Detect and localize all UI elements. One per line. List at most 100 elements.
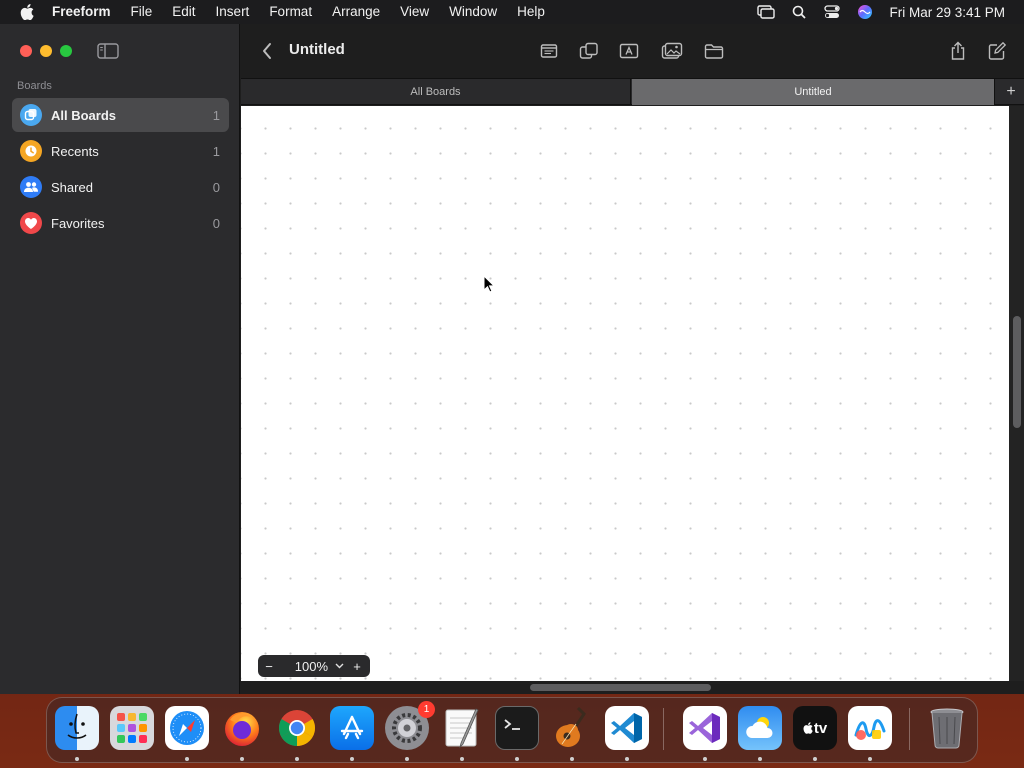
running-indicator — [405, 757, 409, 761]
control-center-icon[interactable] — [823, 4, 841, 20]
running-indicator — [460, 757, 464, 761]
folder-icon[interactable] — [702, 39, 726, 63]
apple-tv-label: tv — [813, 719, 828, 737]
running-indicator — [868, 757, 872, 761]
zoom-menu-chevron-icon[interactable] — [332, 655, 346, 677]
board-title[interactable]: Untitled — [289, 41, 345, 58]
menu-insert[interactable]: Insert — [206, 0, 260, 24]
vertical-scrollbar[interactable] — [1009, 106, 1024, 681]
notification-badge: 1 — [418, 701, 435, 718]
sidebar-item-count: 1 — [212, 107, 220, 123]
sidebar-toggle-icon[interactable] — [97, 43, 119, 59]
siri-icon[interactable] — [856, 4, 874, 20]
menu-app-name[interactable]: Freeform — [48, 0, 121, 24]
textedit-icon[interactable] — [440, 706, 484, 750]
sidebar-item-label: All Boards — [51, 107, 117, 123]
menu-file[interactable]: File — [121, 0, 163, 24]
freeform-icon[interactable] — [848, 706, 892, 750]
horizontal-scrollbar[interactable] — [241, 681, 1024, 694]
clock-icon — [20, 140, 42, 162]
firefox-icon[interactable] — [220, 706, 264, 750]
zoom-in-button[interactable]: + — [346, 655, 368, 677]
apple-tv-icon[interactable]: tv — [793, 706, 837, 750]
apple-menu-icon[interactable] — [20, 4, 34, 20]
dock-separator — [663, 708, 664, 750]
menu-clock[interactable]: Fri Mar 29 3:41 PM — [889, 5, 1005, 20]
sidebar-item-all-boards[interactable]: All Boards 1 — [12, 98, 229, 132]
running-indicator — [813, 757, 817, 761]
mouse-pointer-icon — [483, 274, 496, 293]
all-boards-icon — [20, 104, 42, 126]
tab-bar: All Boards Untitled + — [241, 78, 1024, 105]
running-indicator — [240, 757, 244, 761]
sidebar-item-count: 0 — [212, 215, 220, 231]
heart-icon — [20, 212, 42, 234]
running-indicator — [185, 757, 189, 761]
safari-icon[interactable] — [165, 706, 209, 750]
menu-view[interactable]: View — [390, 0, 439, 24]
media-icon[interactable] — [660, 39, 684, 63]
running-indicator — [625, 757, 629, 761]
garageband-icon[interactable] — [550, 706, 594, 750]
freeform-window: Boards All Boards 1 Recents 1 Shared 0 F… — [0, 24, 1024, 694]
sticky-note-icon[interactable] — [537, 39, 561, 63]
chrome-icon[interactable] — [275, 706, 319, 750]
trash-icon[interactable] — [925, 706, 969, 750]
dock-separator — [909, 708, 910, 750]
system-settings-icon[interactable]: 1 — [385, 701, 435, 750]
close-window-button[interactable] — [20, 45, 32, 57]
tab-all-boards[interactable]: All Boards — [241, 79, 631, 105]
menu-window[interactable]: Window — [439, 0, 507, 24]
running-indicator — [515, 757, 519, 761]
menu-edit[interactable]: Edit — [162, 0, 205, 24]
weather-icon[interactable] — [738, 706, 782, 750]
menu-help[interactable]: Help — [507, 0, 555, 24]
menu-bar: Freeform File Edit Insert Format Arrange… — [0, 0, 1024, 24]
new-board-icon[interactable] — [985, 39, 1009, 63]
sidebar-item-label: Recents — [51, 143, 99, 159]
sidebar-item-label: Favorites — [51, 215, 105, 231]
running-indicator — [703, 757, 707, 761]
finder-icon[interactable] — [55, 706, 99, 750]
screen-mirroring-icon[interactable] — [757, 4, 776, 20]
board-canvas[interactable] — [241, 106, 1009, 681]
text-box-icon[interactable] — [617, 39, 641, 63]
sidebar-item-favorites[interactable]: Favorites 0 — [12, 206, 229, 240]
sidebar-item-label: Shared — [51, 179, 93, 195]
running-indicator — [75, 757, 79, 761]
menu-arrange[interactable]: Arrange — [322, 0, 390, 24]
zoom-window-button[interactable] — [60, 45, 72, 57]
zoom-out-button[interactable]: − — [258, 655, 280, 677]
dock: 1 tv — [46, 697, 978, 763]
app-store-icon[interactable] — [330, 706, 374, 750]
sidebar-item-recents[interactable]: Recents 1 — [12, 134, 229, 168]
search-icon[interactable] — [790, 4, 808, 20]
tab-untitled[interactable]: Untitled — [632, 79, 995, 105]
toolbar: Untitled — [241, 24, 1024, 78]
terminal-icon[interactable] — [495, 706, 539, 750]
horizontal-scroll-thumb[interactable] — [530, 684, 711, 691]
sidebar-list: All Boards 1 Recents 1 Shared 0 Favorite… — [12, 98, 229, 242]
back-chevron-icon[interactable] — [261, 42, 273, 60]
share-icon[interactable] — [946, 39, 970, 63]
running-indicator — [758, 757, 762, 761]
menu-format[interactable]: Format — [259, 0, 322, 24]
zoom-level[interactable]: 100% — [280, 659, 332, 674]
running-indicator — [570, 757, 574, 761]
people-icon — [20, 176, 42, 198]
sidebar: Boards All Boards 1 Recents 1 Shared 0 F… — [0, 24, 240, 694]
vertical-scroll-thumb[interactable] — [1013, 316, 1021, 428]
add-tab-button[interactable]: + — [998, 79, 1024, 105]
zoom-control: − 100% + — [258, 655, 370, 677]
sidebar-section-label: Boards — [17, 80, 52, 92]
minimize-window-button[interactable] — [40, 45, 52, 57]
sidebar-item-count: 0 — [212, 179, 220, 195]
status-area: Fri Mar 29 3:41 PM — [757, 0, 1024, 24]
visual-studio-icon[interactable] — [683, 706, 727, 750]
shapes-icon[interactable] — [577, 39, 601, 63]
running-indicator — [350, 757, 354, 761]
vscode-icon[interactable] — [605, 706, 649, 750]
sidebar-item-shared[interactable]: Shared 0 — [12, 170, 229, 204]
sidebar-item-count: 1 — [212, 143, 220, 159]
launchpad-icon[interactable] — [110, 706, 154, 750]
